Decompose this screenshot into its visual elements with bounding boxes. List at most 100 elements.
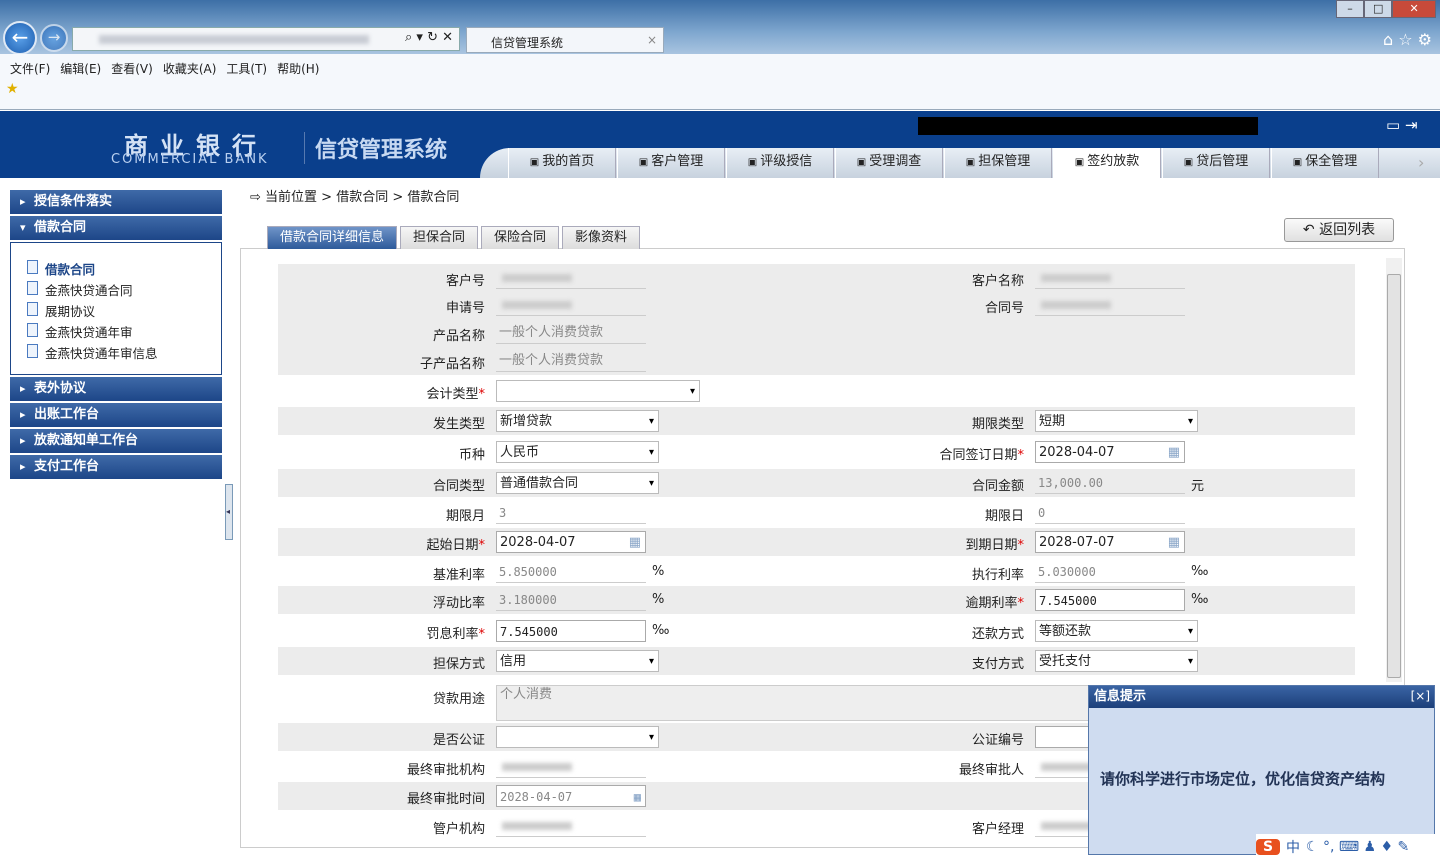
close-window-icon[interactable]: ✕ — [1392, 0, 1436, 18]
scrollbar[interactable] — [1386, 258, 1402, 682]
nav-tab[interactable]: ▣ 贷后管理 — [1162, 148, 1270, 178]
sidebar-group[interactable]: 借款合同 — [10, 216, 222, 240]
field-label: 合同号 — [984, 301, 1024, 316]
menu-item[interactable]: 工具(T) — [226, 60, 267, 77]
field-label: 还款方式 — [971, 627, 1024, 642]
form-row: 产品名称 一般个人消费贷款 — [278, 319, 1355, 347]
ime-tool-icons[interactable]: ☾ °, ⌨ ♟ ♦ ✎ — [1306, 839, 1409, 855]
field-label: 最终审批机构 — [406, 763, 485, 778]
popup-close-button[interactable]: [×] — [1411, 689, 1430, 703]
field-label: 币种 — [458, 448, 485, 463]
sidebar-item[interactable]: 借款合同 — [25, 259, 221, 280]
postloan-icon: ▣ — [1183, 157, 1194, 168]
nav-tab[interactable]: ▣ 担保管理 — [944, 148, 1052, 178]
field-select[interactable] — [496, 726, 659, 749]
preserve-icon: ▣ — [1292, 157, 1303, 168]
field-date-input[interactable]: 2028-04-07 — [496, 785, 646, 808]
customer-icon: ▣ — [638, 157, 649, 168]
form-tab[interactable]: 借款合同详细信息 — [267, 226, 398, 249]
field-select[interactable]: 普通借款合同 — [496, 472, 659, 495]
nav-tab[interactable]: ▣ 我的首页 — [508, 148, 616, 178]
field-select[interactable]: 新增贷款 — [496, 410, 659, 433]
field-label: 期限月 — [445, 509, 485, 524]
field-input: 13,000.00 — [1035, 472, 1185, 494]
monitor-logout-icons[interactable]: ▭ ⇥ — [1386, 116, 1418, 134]
field-input[interactable]: 7.545000 — [1035, 589, 1185, 611]
field-input — [496, 756, 646, 778]
search-refresh-stop-icons[interactable]: ⌕ ▾ ↻ ✕ — [405, 30, 453, 45]
ime-lang-toggle[interactable]: 中 — [1286, 837, 1300, 857]
field-label: 申请号 — [445, 301, 485, 316]
field-select[interactable]: 短期 — [1035, 410, 1198, 433]
field-date-input[interactable]: 2028-04-07 — [1035, 441, 1185, 464]
form-row: 发生类型新增贷款 期限类型短期 — [278, 407, 1355, 435]
menu-bar: 文件(F) 编辑(E) 查看(V) 收藏夹(A) 工具(T) 帮助(H) ★ — [0, 54, 1440, 110]
field-select[interactable]: 等额还款 — [1035, 620, 1198, 643]
nav-tab[interactable]: ▣ 签约放款 — [1053, 148, 1161, 178]
form-tab[interactable]: 担保合同 — [400, 226, 479, 249]
form-tab[interactable]: 影像资料 — [562, 226, 641, 249]
unit-label: % — [652, 564, 665, 579]
field-input[interactable]: 7.545000 — [496, 620, 646, 642]
sidebar-group[interactable]: 出账工作台 — [10, 403, 222, 427]
contract-icon: ▣ — [1074, 157, 1085, 168]
minimize-icon[interactable]: – — [1336, 0, 1365, 18]
collapse-sidebar-handle[interactable]: ◂ — [225, 484, 233, 540]
home-star-gear-icons[interactable]: ⌂ ☆ ⚙ — [1383, 30, 1432, 49]
nav-tab[interactable]: ▣ 受理调查 — [835, 148, 943, 178]
field-input: 3.180000 — [496, 589, 646, 611]
field-label: 最终审批时间 — [406, 792, 485, 807]
nav-tab[interactable]: ▣ 客户管理 — [617, 148, 725, 178]
field-date-input[interactable]: 2028-04-07 — [496, 531, 646, 554]
menu-item[interactable]: 查看(V) — [111, 60, 153, 77]
sidebar-submenu: 借款合同 金燕快贷通合同 展期协议 金燕快贷通年审 金燕快贷通年审信息 — [10, 242, 222, 375]
field-input — [1035, 294, 1185, 316]
back-to-list-button[interactable]: ↶ 返回列表 — [1284, 218, 1394, 242]
field-select[interactable] — [496, 380, 700, 403]
back-arrow-icon[interactable]: ← — [3, 21, 37, 55]
sidebar-group[interactable]: 支付工作台 — [10, 455, 222, 479]
field-label: 发生类型 — [432, 417, 485, 432]
sidebar-group[interactable]: 放款通知单工作台 — [10, 429, 222, 453]
system-title: 信贷管理系统 — [304, 132, 447, 164]
field-label: 起始日期* — [426, 538, 485, 553]
menu-item[interactable]: 收藏夹(A) — [163, 60, 217, 77]
field-select[interactable]: 人民币 — [496, 441, 659, 464]
sidebar-item[interactable]: 金燕快贷通年审信息 — [25, 343, 221, 364]
close-tab-icon[interactable]: × — [647, 33, 657, 47]
nav-next-icon[interactable]: › — [1418, 153, 1424, 172]
menu-item[interactable]: 文件(F) — [10, 60, 50, 77]
sidebar-item[interactable]: 金燕快贷通合同 — [25, 280, 221, 301]
field-select[interactable]: 信用 — [496, 650, 659, 673]
field-input: 5.850000 — [496, 561, 646, 583]
nav-tab[interactable]: ▣ 评级授信 — [726, 148, 834, 178]
maximize-icon[interactable]: □ — [1364, 0, 1393, 18]
field-label: 合同类型 — [432, 479, 485, 494]
field-label: 会计类型* — [426, 387, 485, 402]
field-label: 合同金额 — [971, 479, 1024, 494]
forward-arrow-icon[interactable]: → — [40, 24, 68, 52]
address-bar[interactable]: ⌕ ▾ ↻ ✕ — [72, 27, 460, 51]
field-label: 子产品名称 — [419, 357, 485, 372]
form-tab[interactable]: 保险合同 — [481, 226, 560, 249]
ime-toolbar: S 中 ☾ °, ⌨ ♟ ♦ ✎ — [1256, 834, 1440, 860]
sidebar-group[interactable]: 表外协议 — [10, 377, 222, 401]
unit-label: ‰ — [1191, 592, 1209, 607]
menu-item[interactable]: 编辑(E) — [60, 60, 101, 77]
form-tabs: 借款合同详细信息 担保合同 保险合同 影像资料 — [267, 226, 641, 249]
form-row: 会计类型* — [278, 377, 1355, 405]
field-input: 0 — [1035, 502, 1185, 524]
field-date-input[interactable]: 2028-07-07 — [1035, 531, 1185, 554]
browser-tab[interactable]: 信贷管理系统 × — [466, 27, 664, 53]
field-select[interactable]: 受托支付 — [1035, 650, 1198, 673]
form-row: 期限月 3 期限日 0 — [278, 499, 1355, 527]
sidebar-group[interactable]: 授信条件落实 — [10, 190, 222, 214]
form-row: 起始日期* 2028-04-07 到期日期* 2028-07-07 — [278, 528, 1355, 556]
field-label: 贷款用途 — [432, 692, 485, 707]
sidebar-item[interactable]: 金燕快贷通年审 — [25, 322, 221, 343]
sidebar-item[interactable]: 展期协议 — [25, 301, 221, 322]
nav-tab[interactable]: ▣ 保全管理 — [1271, 148, 1379, 178]
form-row: 罚息利率* 7.545000 ‰ 还款方式 等额还款 — [278, 617, 1355, 645]
menu-item[interactable]: 帮助(H) — [277, 60, 319, 77]
favorites-star-icon[interactable]: ★ — [6, 81, 1440, 97]
